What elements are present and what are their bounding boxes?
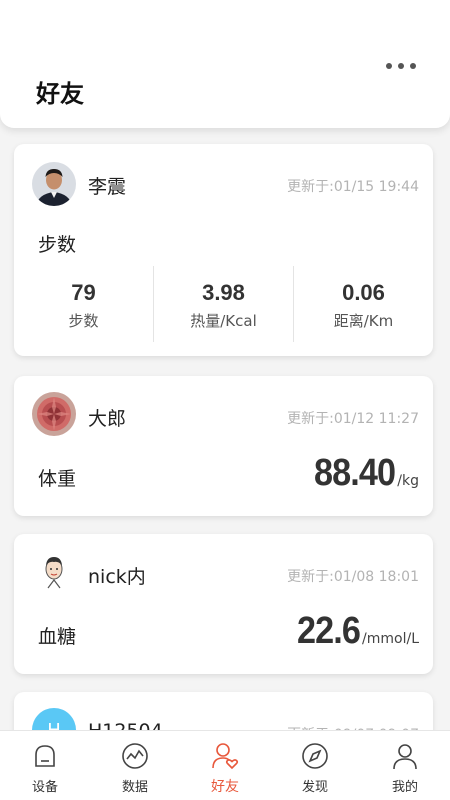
- nav-label: 发现: [301, 780, 328, 795]
- friend-name: 李震: [88, 176, 127, 198]
- bottom-nav: 设备 数据 好友 发现 我的: [0, 730, 450, 800]
- nav-item-friends[interactable]: 好友: [180, 731, 270, 800]
- update-time: 更新于:01/08 18:01: [287, 569, 419, 585]
- update-time: 更新于:01/12 11:27: [287, 411, 419, 427]
- stat-label: 步数: [68, 312, 99, 330]
- friend-card-steps[interactable]: 李震 更新于:01/15 19:44 步数 79 步数 3.98 热量/Kcal…: [14, 144, 433, 356]
- stat-calories: 3.98 热量/Kcal: [153, 266, 293, 342]
- stat-value: 0.06: [342, 280, 385, 305]
- avatar-li-zhen: [32, 162, 76, 206]
- blood-sugar-unit: /mmol/L: [362, 631, 419, 647]
- avatar-nick: [32, 550, 76, 594]
- nav-item-discover[interactable]: 发现: [270, 731, 360, 800]
- avatar-da-lang: [32, 392, 76, 436]
- nav-label: 我的: [391, 780, 418, 795]
- compass-icon: [302, 743, 328, 769]
- nav-label: 数据: [121, 780, 148, 795]
- stat-label: 热量/Kcal: [190, 312, 257, 330]
- device-icon: [35, 745, 55, 767]
- weight-value: 88.40 /kg: [305, 452, 419, 495]
- friends-icon: [212, 743, 239, 770]
- metric-label-weight: 体重: [38, 468, 77, 490]
- blood-sugar-value: 22.6 /mmol/L: [290, 610, 419, 653]
- friend-name: 大郎: [88, 408, 127, 430]
- weight-number: 88.40: [314, 452, 396, 494]
- friend-name: nick内: [88, 566, 146, 588]
- step-stats-row: 79 步数 3.98 热量/Kcal 0.06 距离/Km: [14, 266, 433, 342]
- nav-item-profile[interactable]: 我的: [360, 731, 450, 800]
- stat-distance: 0.06 距离/Km: [293, 266, 433, 342]
- friend-card-blood-sugar[interactable]: nick内 更新于:01/08 18:01 血糖 22.6 /mmol/L: [14, 534, 433, 674]
- stat-value: 3.98: [202, 280, 245, 305]
- weight-unit: /kg: [397, 473, 419, 489]
- stat-label: 距离/Km: [333, 312, 394, 330]
- stat-steps: 79 步数: [14, 266, 153, 342]
- data-chart-icon: [122, 743, 148, 769]
- metric-label-blood-sugar: 血糖: [38, 626, 77, 648]
- nav-item-device[interactable]: 设备: [0, 731, 90, 800]
- more-dots-icon[interactable]: [386, 56, 416, 76]
- blood-sugar-number: 22.6: [297, 610, 361, 652]
- update-time: 更新于:01/15 19:44: [287, 179, 419, 195]
- friend-card-weight[interactable]: 大郎 更新于:01/12 11:27 体重 88.40 /kg: [14, 376, 433, 516]
- metric-label-steps: 步数: [38, 234, 77, 256]
- nav-item-data[interactable]: 数据: [90, 731, 180, 800]
- page-title: 好友: [36, 80, 84, 108]
- profile-icon: [393, 744, 417, 770]
- nav-label: 设备: [31, 780, 58, 795]
- page-header: 好友: [0, 0, 450, 128]
- stat-value: 79: [71, 280, 96, 305]
- nav-label: 好友: [211, 779, 239, 795]
